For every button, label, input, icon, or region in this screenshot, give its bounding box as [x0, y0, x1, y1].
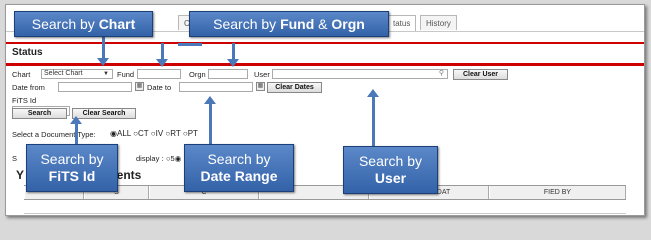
arrow-date — [209, 104, 212, 144]
callout-bold: Date Range — [200, 168, 278, 184]
calendar-icon[interactable]: ▦ — [256, 82, 265, 91]
display-radio-5[interactable]: ○5◉ — [166, 154, 181, 163]
page-title: Status — [12, 47, 43, 58]
fits-status-window: der C tatus History Status Chart Select … — [5, 4, 645, 216]
arrow-user — [372, 97, 375, 147]
callout-search-by-date-range: Search by Date Range — [184, 144, 294, 192]
callout-bold: Fund — [280, 16, 315, 32]
col-modified-by[interactable]: FIED BY — [489, 186, 626, 199]
radio-ct[interactable]: ○CT — [133, 129, 148, 138]
orgn-label: Orgn — [189, 70, 206, 79]
fits-id-label: FiTS Id — [12, 96, 37, 105]
chart-select-value: Select Chart — [44, 70, 83, 77]
callout-text: Search by — [31, 16, 99, 32]
callout-search-by-chart: Search by Chart — [14, 11, 153, 37]
tab-status[interactable]: tatus — [387, 15, 417, 31]
results-heading: Y — [16, 168, 25, 182]
date-from-label: Date from — [12, 83, 45, 92]
user-input[interactable]: ⚲ — [272, 69, 448, 79]
callout-text: & — [314, 16, 332, 32]
date-to-label: Date to — [147, 83, 172, 92]
search-button[interactable]: Search — [12, 108, 67, 119]
calendar-icon[interactable]: ▦ — [135, 82, 144, 91]
tab-history[interactable]: History — [420, 15, 457, 30]
callout-bold: Chart — [98, 16, 136, 32]
radio-rt[interactable]: ○RT — [165, 129, 180, 138]
arrow-head — [227, 59, 239, 67]
tab-label: History — [426, 19, 451, 28]
radio-pt[interactable]: ○PT — [183, 129, 198, 138]
user-label: User — [254, 70, 270, 79]
arrow-fund-bar — [178, 43, 202, 46]
doc-type-label: Select a Document Type: — [12, 130, 96, 139]
callout-text: Search by — [207, 151, 271, 167]
doc-type-radio-group: ◉ALL ○CT ○IV ○RT ○PT — [110, 129, 198, 138]
radio-label: ALL — [116, 129, 131, 138]
chart-select[interactable]: Select Chart ▼ — [41, 69, 113, 79]
arrow-chart — [102, 37, 105, 59]
radio-all[interactable]: ◉ALL — [110, 129, 131, 138]
radio-label: CT — [138, 129, 149, 138]
arrow-orgn — [232, 43, 235, 60]
callout-bold: FiTS Id — [48, 168, 96, 184]
date-to-input[interactable] — [179, 82, 253, 92]
arrow-head — [204, 96, 216, 104]
display-prefix: S — [12, 154, 18, 163]
callout-bold: User — [374, 170, 407, 186]
search-icon[interactable]: ⚲ — [439, 70, 444, 78]
results-table-body — [24, 199, 626, 214]
arrow-head — [97, 58, 109, 66]
callout-search-by-user: Search by User — [343, 146, 438, 194]
callout-text: Search by — [358, 153, 423, 169]
date-from-input[interactable] — [58, 82, 132, 92]
clear-dates-button[interactable]: Clear Dates — [267, 82, 322, 93]
arrow-head — [156, 59, 168, 67]
radio-label: RT — [170, 129, 181, 138]
chevron-down-icon: ▼ — [103, 71, 109, 77]
fund-label: Fund — [117, 70, 135, 79]
callout-text: Search by — [213, 16, 281, 32]
arrow-head — [70, 116, 82, 124]
arrow-fund — [161, 43, 164, 60]
arrow-head — [367, 89, 379, 97]
callout-search-by-fits-id: Search by FiTS Id — [26, 144, 118, 192]
callout-text: Search by — [40, 151, 104, 167]
orgn-input[interactable] — [208, 69, 248, 79]
fund-input[interactable] — [137, 69, 181, 79]
chart-label: Chart — [12, 70, 31, 79]
arrow-fits — [75, 123, 78, 145]
tab-label: tatus — [393, 19, 411, 28]
radio-label: 5 — [170, 154, 175, 163]
radio-iv[interactable]: ○IV — [151, 129, 163, 138]
radio-label: PT — [187, 129, 198, 138]
callout-bold: Orgn — [331, 16, 365, 32]
display-label: display : — [136, 154, 164, 163]
callout-search-by-fund-orgn: Search by Fund & Orgn — [189, 11, 389, 37]
radio-label: IV — [155, 129, 164, 138]
clear-user-button[interactable]: Clear User — [453, 69, 508, 80]
